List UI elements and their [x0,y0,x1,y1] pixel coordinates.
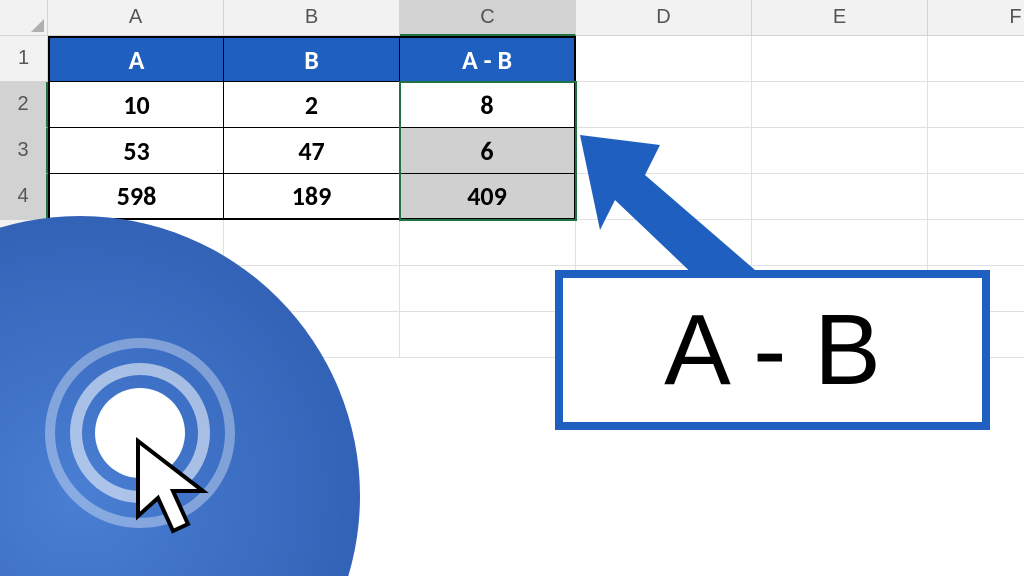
cell-F3[interactable] [928,128,1024,174]
row-3: 3 53 47 6 [0,128,1024,174]
cell-F2[interactable] [928,82,1024,128]
formula-callout: A - B [555,270,990,430]
row-header-4[interactable]: 4 [0,174,48,220]
cell-B5[interactable] [224,220,400,266]
row-1: 1 A B A - B [0,36,1024,82]
cell-C2[interactable]: 8 [400,82,576,128]
select-all-corner[interactable] [0,0,48,36]
cell-C7[interactable] [400,312,576,358]
col-header-C[interactable]: C [400,0,576,36]
cell-A4[interactable]: 598 [48,174,224,220]
cell-D1[interactable] [576,36,752,82]
col-header-F[interactable]: F [928,0,1024,36]
cell-D5[interactable] [576,220,752,266]
col-header-B[interactable]: B [224,0,400,36]
cell-A2[interactable]: 10 [48,82,224,128]
cell-C6[interactable] [400,266,576,312]
col-header-D[interactable]: D [576,0,752,36]
cell-E3[interactable] [752,128,928,174]
cell-E4[interactable] [752,174,928,220]
cell-C1[interactable]: A - B [400,36,576,82]
row-4: 4 598 189 409 [0,174,1024,220]
cell-B2[interactable]: 2 [224,82,400,128]
cell-B3[interactable]: 47 [224,128,400,174]
cell-B4[interactable]: 189 [224,174,400,220]
callout-text: A - B [664,293,881,408]
row-2: 2 10 2 8 [0,82,1024,128]
col-header-A[interactable]: A [48,0,224,36]
cell-A1[interactable]: A [48,36,224,82]
cell-D4[interactable] [576,174,752,220]
cell-F4[interactable] [928,174,1024,220]
cell-C5[interactable] [400,220,576,266]
row-header-2[interactable]: 2 [0,82,48,128]
cell-E2[interactable] [752,82,928,128]
cell-F1[interactable] [928,36,1024,82]
cell-D3[interactable] [576,128,752,174]
cell-F5[interactable] [928,220,1024,266]
cell-E5[interactable] [752,220,928,266]
mouse-cursor-icon [128,436,218,546]
cell-A3[interactable]: 53 [48,128,224,174]
row-header-1[interactable]: 1 [0,36,48,82]
column-header-row: A B C D E F [0,0,1024,36]
cell-E1[interactable] [752,36,928,82]
col-header-E[interactable]: E [752,0,928,36]
row-header-3[interactable]: 3 [0,128,48,174]
cell-C4[interactable]: 409 [400,174,576,220]
cell-D2[interactable] [576,82,752,128]
cell-B1[interactable]: B [224,36,400,82]
cell-C3[interactable]: 6 [400,128,576,174]
